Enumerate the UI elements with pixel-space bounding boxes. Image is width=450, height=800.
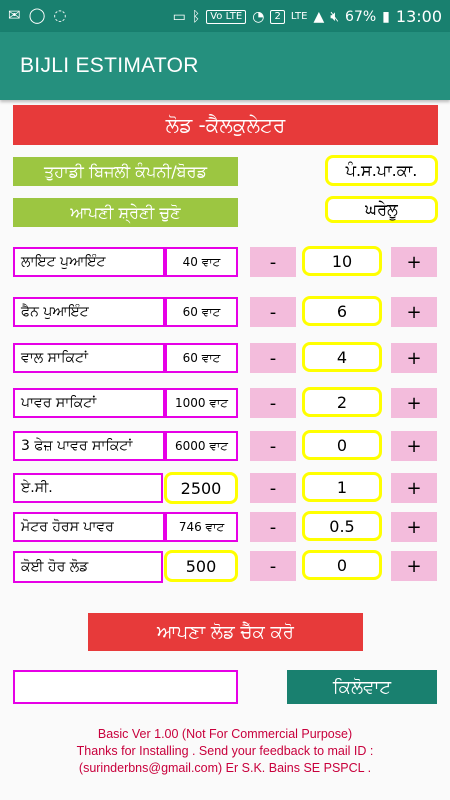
- messenger-icon: ◌: [53, 6, 67, 24]
- quantity-field[interactable]: 6: [302, 296, 382, 326]
- quantity-field[interactable]: 0: [302, 550, 382, 580]
- watt-value: 1000 ਵਾਟ: [165, 388, 238, 418]
- watt-value: 40 ਵਾਟ: [165, 247, 238, 277]
- watt-value: 6000 ਵਾਟ: [165, 431, 238, 461]
- category-label: ਆਪਣੀ ਸ਼੍ਰੇਣੀ ਚੁਣੋ: [13, 198, 238, 227]
- footer-info: Basic Ver 1.00 (Not For Commercial Purpo…: [0, 726, 450, 777]
- increment-button[interactable]: +: [391, 343, 437, 373]
- quantity-field[interactable]: 0.5: [302, 511, 382, 541]
- sim2-icon: 2: [270, 9, 285, 24]
- status-bar: ✉ ◯ ◌ ▭ ᛒ Vo LTE ◔ 2 LTE ▲ 🔇︎ 67% ▮ 13:0…: [0, 0, 450, 32]
- credits-text: (surinderbns@gmail.com) Er S.K. Bains SE…: [78, 761, 372, 775]
- increment-button[interactable]: +: [391, 431, 437, 461]
- increment-button[interactable]: +: [391, 512, 437, 542]
- quantity-field[interactable]: 2: [302, 387, 382, 417]
- app-bar: BIJLI ESTIMATOR: [0, 32, 450, 100]
- load-item-3phase-power-sockets: 3 ਫੇਜ਼ ਪਾਵਰ ਸਾਕਿਟਾਂ: [13, 431, 165, 461]
- battery-percent: 67%: [345, 8, 377, 25]
- quantity-field[interactable]: 10: [302, 246, 382, 276]
- sms-icon: ✉: [8, 6, 21, 24]
- decrement-button[interactable]: -: [250, 247, 296, 277]
- lte-label: LTE: [290, 11, 308, 22]
- increment-button[interactable]: +: [391, 551, 437, 581]
- quantity-field[interactable]: 0: [302, 430, 382, 460]
- increment-button[interactable]: +: [391, 297, 437, 327]
- decrement-button[interactable]: -: [250, 551, 296, 581]
- mute-icon: 🔇︎: [330, 8, 340, 25]
- decrement-button[interactable]: -: [250, 473, 296, 503]
- kilowatt-unit-button[interactable]: ਕਿਲੋਵਾਟ: [287, 670, 437, 704]
- company-select[interactable]: ਪੰ.ਸ.ਪਾ.ਕਾ.: [325, 155, 438, 186]
- volte-icon: Vo LTE: [206, 9, 247, 24]
- increment-button[interactable]: +: [391, 247, 437, 277]
- quantity-field[interactable]: 1: [302, 472, 382, 502]
- whatsapp-icon: ◯: [28, 6, 46, 24]
- feedback-text: Thanks for Installing . Send your feedba…: [76, 744, 374, 758]
- ac-watt-field[interactable]: 2500: [164, 472, 238, 504]
- system-icons: ▭ ᛒ Vo LTE ◔ 2 LTE ▲ 🔇︎ 67% ▮ 13:00: [173, 7, 442, 26]
- cast-icon: ▭: [172, 8, 186, 25]
- quantity-field[interactable]: 4: [302, 342, 382, 372]
- bluetooth-icon: ᛒ: [191, 8, 201, 25]
- watt-value: 60 ਵਾਟ: [165, 343, 238, 373]
- increment-button[interactable]: +: [391, 388, 437, 418]
- decrement-button[interactable]: -: [250, 343, 296, 373]
- other-load-watt-field[interactable]: 500: [164, 550, 238, 582]
- wifi-icon: ◔: [252, 8, 265, 25]
- watt-value: 60 ਵਾਟ: [165, 297, 238, 327]
- company-label: ਤੁਹਾਡੀ ਬਿਜਲੀ ਕੰਪਨੀ/ਬੋਰਡ: [13, 157, 238, 186]
- clock: 13:00: [395, 7, 442, 26]
- category-select[interactable]: ਘਰੇਲੂ: [325, 196, 438, 223]
- decrement-button[interactable]: -: [250, 512, 296, 542]
- signal-icon: ▲: [313, 8, 325, 25]
- load-item-motor-horsepower: ਮੋਟਰ ਹੋਰਸ ਪਾਵਰ: [13, 512, 165, 542]
- watt-value: 746 ਵਾਟ: [165, 512, 238, 542]
- app-title: BIJLI ESTIMATOR: [20, 54, 199, 77]
- check-load-button[interactable]: ਆਪਣਾ ਲੋਡ ਚੈੱਕ ਕਰੋ: [88, 613, 363, 651]
- battery-icon: ▮: [382, 8, 390, 25]
- load-item-ac: ਏ.ਸੀ.: [13, 473, 163, 503]
- load-item-light-point: ਲਾਇਟ ਪੁਆਇੰਟ: [13, 247, 165, 277]
- load-item-other-load: ਕੋਈ ਹੋਰ ਲੋਡ: [13, 551, 163, 583]
- decrement-button[interactable]: -: [250, 297, 296, 327]
- decrement-button[interactable]: -: [250, 431, 296, 461]
- load-item-fan-point: ਫੈਨ ਪੁਆਇੰਟ: [13, 297, 165, 327]
- load-item-power-sockets: ਪਾਵਰ ਸਾਕਿਟਾਂ: [13, 388, 165, 418]
- load-item-wall-sockets: ਵਾਲ ਸਾਕਿਟਾਂ: [13, 343, 165, 373]
- version-text: Basic Ver 1.00 (Not For Commercial Purpo…: [97, 727, 353, 741]
- increment-button[interactable]: +: [391, 473, 437, 503]
- load-calculator-header: ਲੋਡ -ਕੈਲਕੁਲੇਟਰ: [13, 105, 438, 145]
- decrement-button[interactable]: -: [250, 388, 296, 418]
- notification-icons: ✉ ◯ ◌: [8, 6, 66, 24]
- result-field[interactable]: [13, 670, 238, 704]
